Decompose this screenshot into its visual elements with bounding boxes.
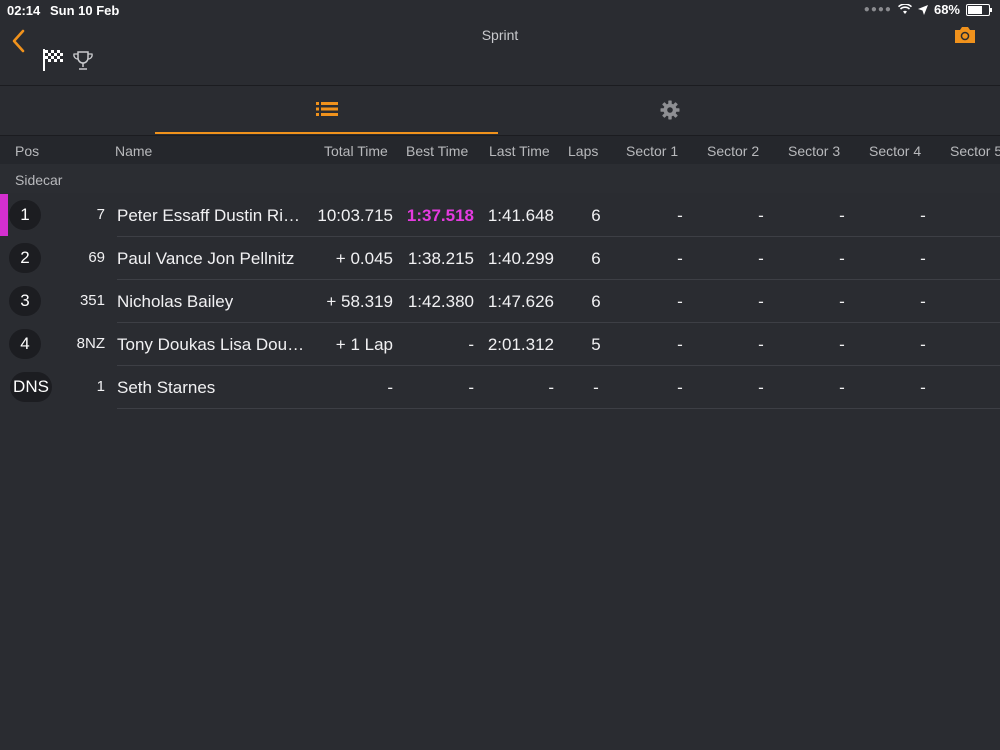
page-title: Sprint	[481, 27, 519, 43]
status-bar: 02:14 Sun 10 Feb ●●●● 68%	[0, 0, 1000, 20]
laps: 6	[591, 292, 601, 311]
sector-1: -	[677, 378, 683, 397]
battery-icon	[966, 3, 992, 16]
header-sector-5[interactable]: Sector 5	[950, 143, 1000, 159]
header-pos[interactable]: Pos	[15, 143, 39, 159]
driver-name: Tony Doukas Lisa Dou…	[117, 335, 305, 354]
sector-1: -	[677, 206, 683, 225]
checkered-flag-icon[interactable]	[42, 48, 64, 72]
sector-3: -	[839, 249, 845, 268]
total-time: + 0.045	[335, 249, 393, 268]
wifi-icon	[897, 4, 912, 14]
total-time: -	[387, 378, 393, 397]
best-time: 1:38.215	[407, 249, 474, 268]
driver-name: Peter Essaff Dustin Ri…	[117, 206, 300, 225]
sector-2: -	[758, 378, 764, 397]
best-time: -	[468, 335, 474, 354]
header-sector-2[interactable]: Sector 2	[707, 143, 759, 159]
camera-icon[interactable]	[954, 26, 976, 44]
header-total-time[interactable]: Total Time	[324, 143, 388, 159]
header-sector-3[interactable]: Sector 3	[788, 143, 840, 159]
table-row[interactable]: 4 8NZ Tony Doukas Lisa Dou… + 1 Lap -2:01.31…	[0, 323, 1000, 366]
position-badge: 1	[9, 200, 41, 230]
header-sector-4[interactable]: Sector 4	[869, 143, 921, 159]
nav-bar: Sprint	[0, 20, 1000, 86]
sector-4: -	[920, 206, 926, 225]
best-time: 1:37.518	[406, 206, 474, 225]
sector-2: -	[758, 292, 764, 311]
sector-4: -	[920, 378, 926, 397]
laps: 5	[591, 335, 601, 354]
table-row[interactable]: DNS 1 Seth Starnes - - - - - - - -	[0, 366, 1000, 409]
row-divider	[117, 408, 1000, 409]
status-time: 02:14	[7, 3, 41, 18]
driver-name: Paul Vance Jon Pellnitz	[117, 249, 295, 268]
car-number: 1	[96, 378, 105, 395]
status-date: Sun 10 Feb	[50, 3, 120, 18]
car-number: 351	[79, 292, 105, 309]
sector-3: -	[839, 292, 845, 311]
sector-4: -	[920, 335, 926, 354]
header-sector-1[interactable]: Sector 1	[626, 143, 678, 159]
location-arrow-icon	[917, 4, 928, 15]
sector-2: -	[758, 335, 764, 354]
car-number: 8NZ	[76, 335, 105, 352]
trophy-icon[interactable]	[72, 50, 94, 72]
tab-results-list[interactable]	[155, 86, 498, 134]
table-header: Pos Name Total Time Best Time Last Time …	[0, 135, 1000, 164]
class-group-header: Sidecar	[0, 164, 1000, 193]
battery-percent: 68%	[933, 2, 960, 17]
header-laps[interactable]: Laps	[568, 143, 598, 159]
position-badge: 4	[9, 329, 41, 359]
sector-3: -	[839, 206, 845, 225]
total-time: + 1 Lap	[335, 335, 393, 354]
sector-1: -	[677, 335, 683, 354]
last-time: 1:40.299	[487, 249, 554, 268]
position-badge: 3	[9, 286, 41, 316]
position-badge: DNS	[10, 372, 52, 402]
status-right: ●●●● 68%	[863, 2, 992, 17]
sector-2: -	[758, 249, 764, 268]
driver-name: Nicholas Bailey	[117, 292, 234, 311]
best-time: 1:42.380	[407, 292, 474, 311]
class-group-label: Sidecar	[15, 172, 63, 188]
sector-1: -	[677, 249, 683, 268]
last-time: 1:41.648	[487, 206, 554, 225]
gear-icon	[660, 100, 679, 120]
laps: -	[593, 378, 599, 397]
sector-2: -	[758, 206, 764, 225]
table-row[interactable]: 3 351 Nicholas Bailey + 58.319 1:42.380 1:47.…	[0, 280, 1000, 323]
laps: 6	[591, 206, 601, 225]
header-best-time[interactable]: Best Time	[406, 143, 468, 159]
sector-3: -	[839, 335, 845, 354]
total-time: + 58.319	[326, 292, 393, 311]
car-number: 7	[96, 206, 105, 223]
tab-settings[interactable]	[498, 86, 841, 134]
sector-1: -	[677, 292, 683, 311]
last-time: 1:47.626	[487, 292, 554, 311]
sector-4: -	[920, 249, 926, 268]
header-last-time[interactable]: Last Time	[489, 143, 550, 159]
leader-marker	[0, 194, 8, 236]
best-time: -	[468, 378, 474, 397]
laps: 6	[591, 249, 601, 268]
driver-name: Seth Starnes	[117, 378, 216, 397]
signal-icon: ●●●●	[863, 4, 892, 15]
sector-3: -	[839, 378, 845, 397]
position-badge: 2	[9, 243, 41, 273]
list-icon	[315, 102, 338, 116]
table-row[interactable]: 2 69 Paul Vance Jon Pellnitz + 0.045 1:38.21…	[0, 237, 1000, 280]
car-number: 69	[88, 249, 105, 266]
table-row[interactable]: 1 7 Peter Essaff Dustin Ri… 10:03.715 1:37.5…	[0, 194, 1000, 237]
sector-4: -	[920, 292, 926, 311]
last-time: -	[548, 378, 554, 397]
total-time: 10:03.715	[317, 206, 393, 225]
tab-bar	[0, 86, 1000, 134]
header-name[interactable]: Name	[115, 143, 152, 159]
last-time: 2:01.312	[487, 335, 554, 354]
